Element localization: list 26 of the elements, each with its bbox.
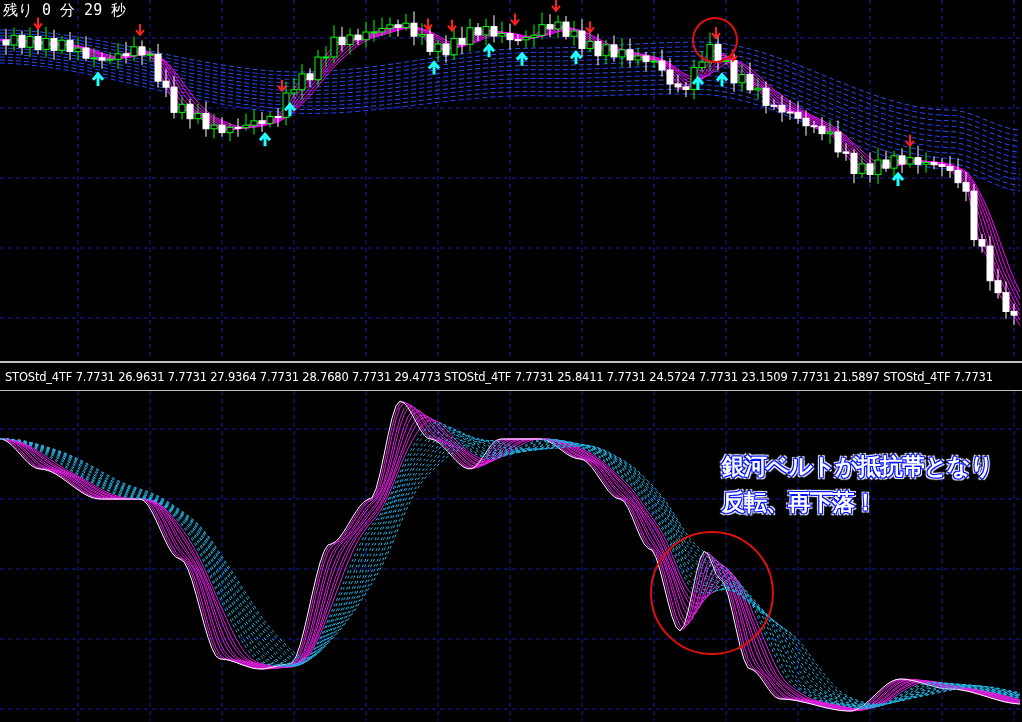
up-arrow-icon: [515, 51, 529, 68]
countdown-timer: 残り 0 分 29 秒: [3, 1, 127, 20]
up-arrow-icon: [283, 102, 297, 118]
down-arrow-icon: [551, 0, 561, 13]
down-arrow-icon: [33, 16, 43, 31]
down-arrow-icon: [711, 26, 721, 40]
up-arrow-icon: [258, 131, 272, 148]
down-arrow-icon: [423, 17, 433, 32]
down-arrow-icon: [447, 18, 457, 33]
up-arrow-icon: [891, 171, 905, 188]
down-arrow-icon: [135, 23, 145, 37]
down-arrow-icon: [510, 12, 520, 27]
up-arrow-icon: [482, 42, 496, 59]
up-arrow-icon: [691, 75, 705, 92]
up-arrow-icon: [91, 71, 105, 88]
highlight-circle: [692, 17, 738, 63]
up-arrow-icon: [569, 49, 583, 66]
annotation-text: 反転、再下落！: [722, 489, 877, 516]
down-arrow-icon: [277, 78, 287, 93]
annotation-text: 銀河ベルトが抵抗帯となり: [722, 453, 993, 480]
down-arrow-icon: [905, 133, 915, 148]
up-arrow-icon: [427, 60, 441, 76]
up-arrow-icon: [715, 72, 729, 89]
down-arrow-icon: [585, 20, 595, 34]
down-arrow-icon: [728, 48, 738, 63]
indicator-legend: STOStd_4TF 7.7731 26.9631 7.7731 27.9364 7.7731 28.7680 7.7731 29.4773 STOStd_4TF 7.7731 25.8411 7.7731 24.5724 7.7731 23.1509 7.7731 21.5897 STOStd_4TF 7.7731: [5, 369, 993, 384]
